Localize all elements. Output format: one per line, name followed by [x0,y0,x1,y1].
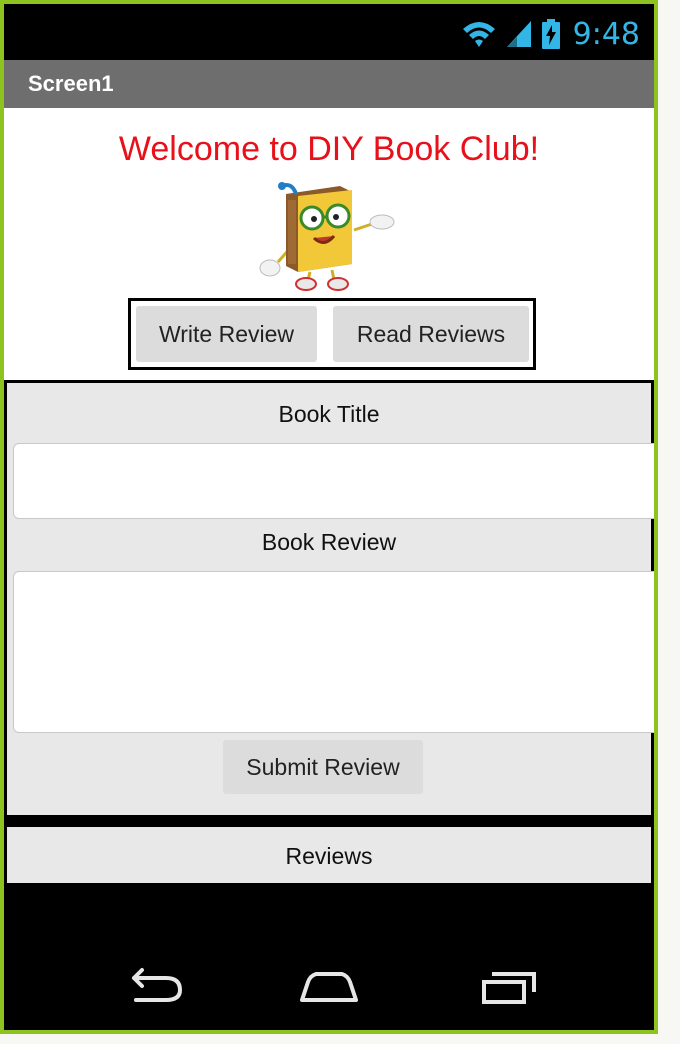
status-icons: 9:48 [461,16,640,52]
android-navigation-bar [4,930,654,1030]
book-mascot-icon [259,182,395,291]
signal-icon [506,21,531,47]
navigation-button-group: Write Review Read Reviews [128,298,536,370]
submit-review-button[interactable]: Submit Review [223,740,423,794]
reviews-label: Reviews [285,843,373,869]
recent-apps-icon[interactable] [464,960,554,1010]
header-area: Welcome to DIY Book Club! Write Review R… [4,108,654,380]
welcome-heading: Welcome to DIY Book Club! [118,130,540,168]
book-title-label: Book Title [278,401,380,427]
screen-content: Welcome to DIY Book Club! Write Review R… [4,108,654,930]
wifi-icon [462,22,495,47]
screen-title: Screen1 [28,71,114,96]
book-title-input[interactable] [13,443,654,519]
battery-icon [541,19,560,49]
status-bar: 9:48 [4,4,654,60]
book-review-input[interactable] [13,571,654,733]
home-icon[interactable] [284,960,374,1010]
device-frame: 9:48 Screen1 Welcome to DIY Book Club! W… [0,0,658,1034]
app-title-bar: Screen1 [4,60,654,108]
write-review-panel: Book Title Book Review Submit Review [4,380,654,818]
book-review-label: Book Review [261,529,397,555]
back-icon[interactable] [104,960,194,1010]
read-reviews-button[interactable]: Read Reviews [333,306,529,362]
status-clock: 9:48 [572,16,640,52]
reviews-panel: Reviews [4,824,654,886]
write-review-button[interactable]: Write Review [136,306,317,362]
